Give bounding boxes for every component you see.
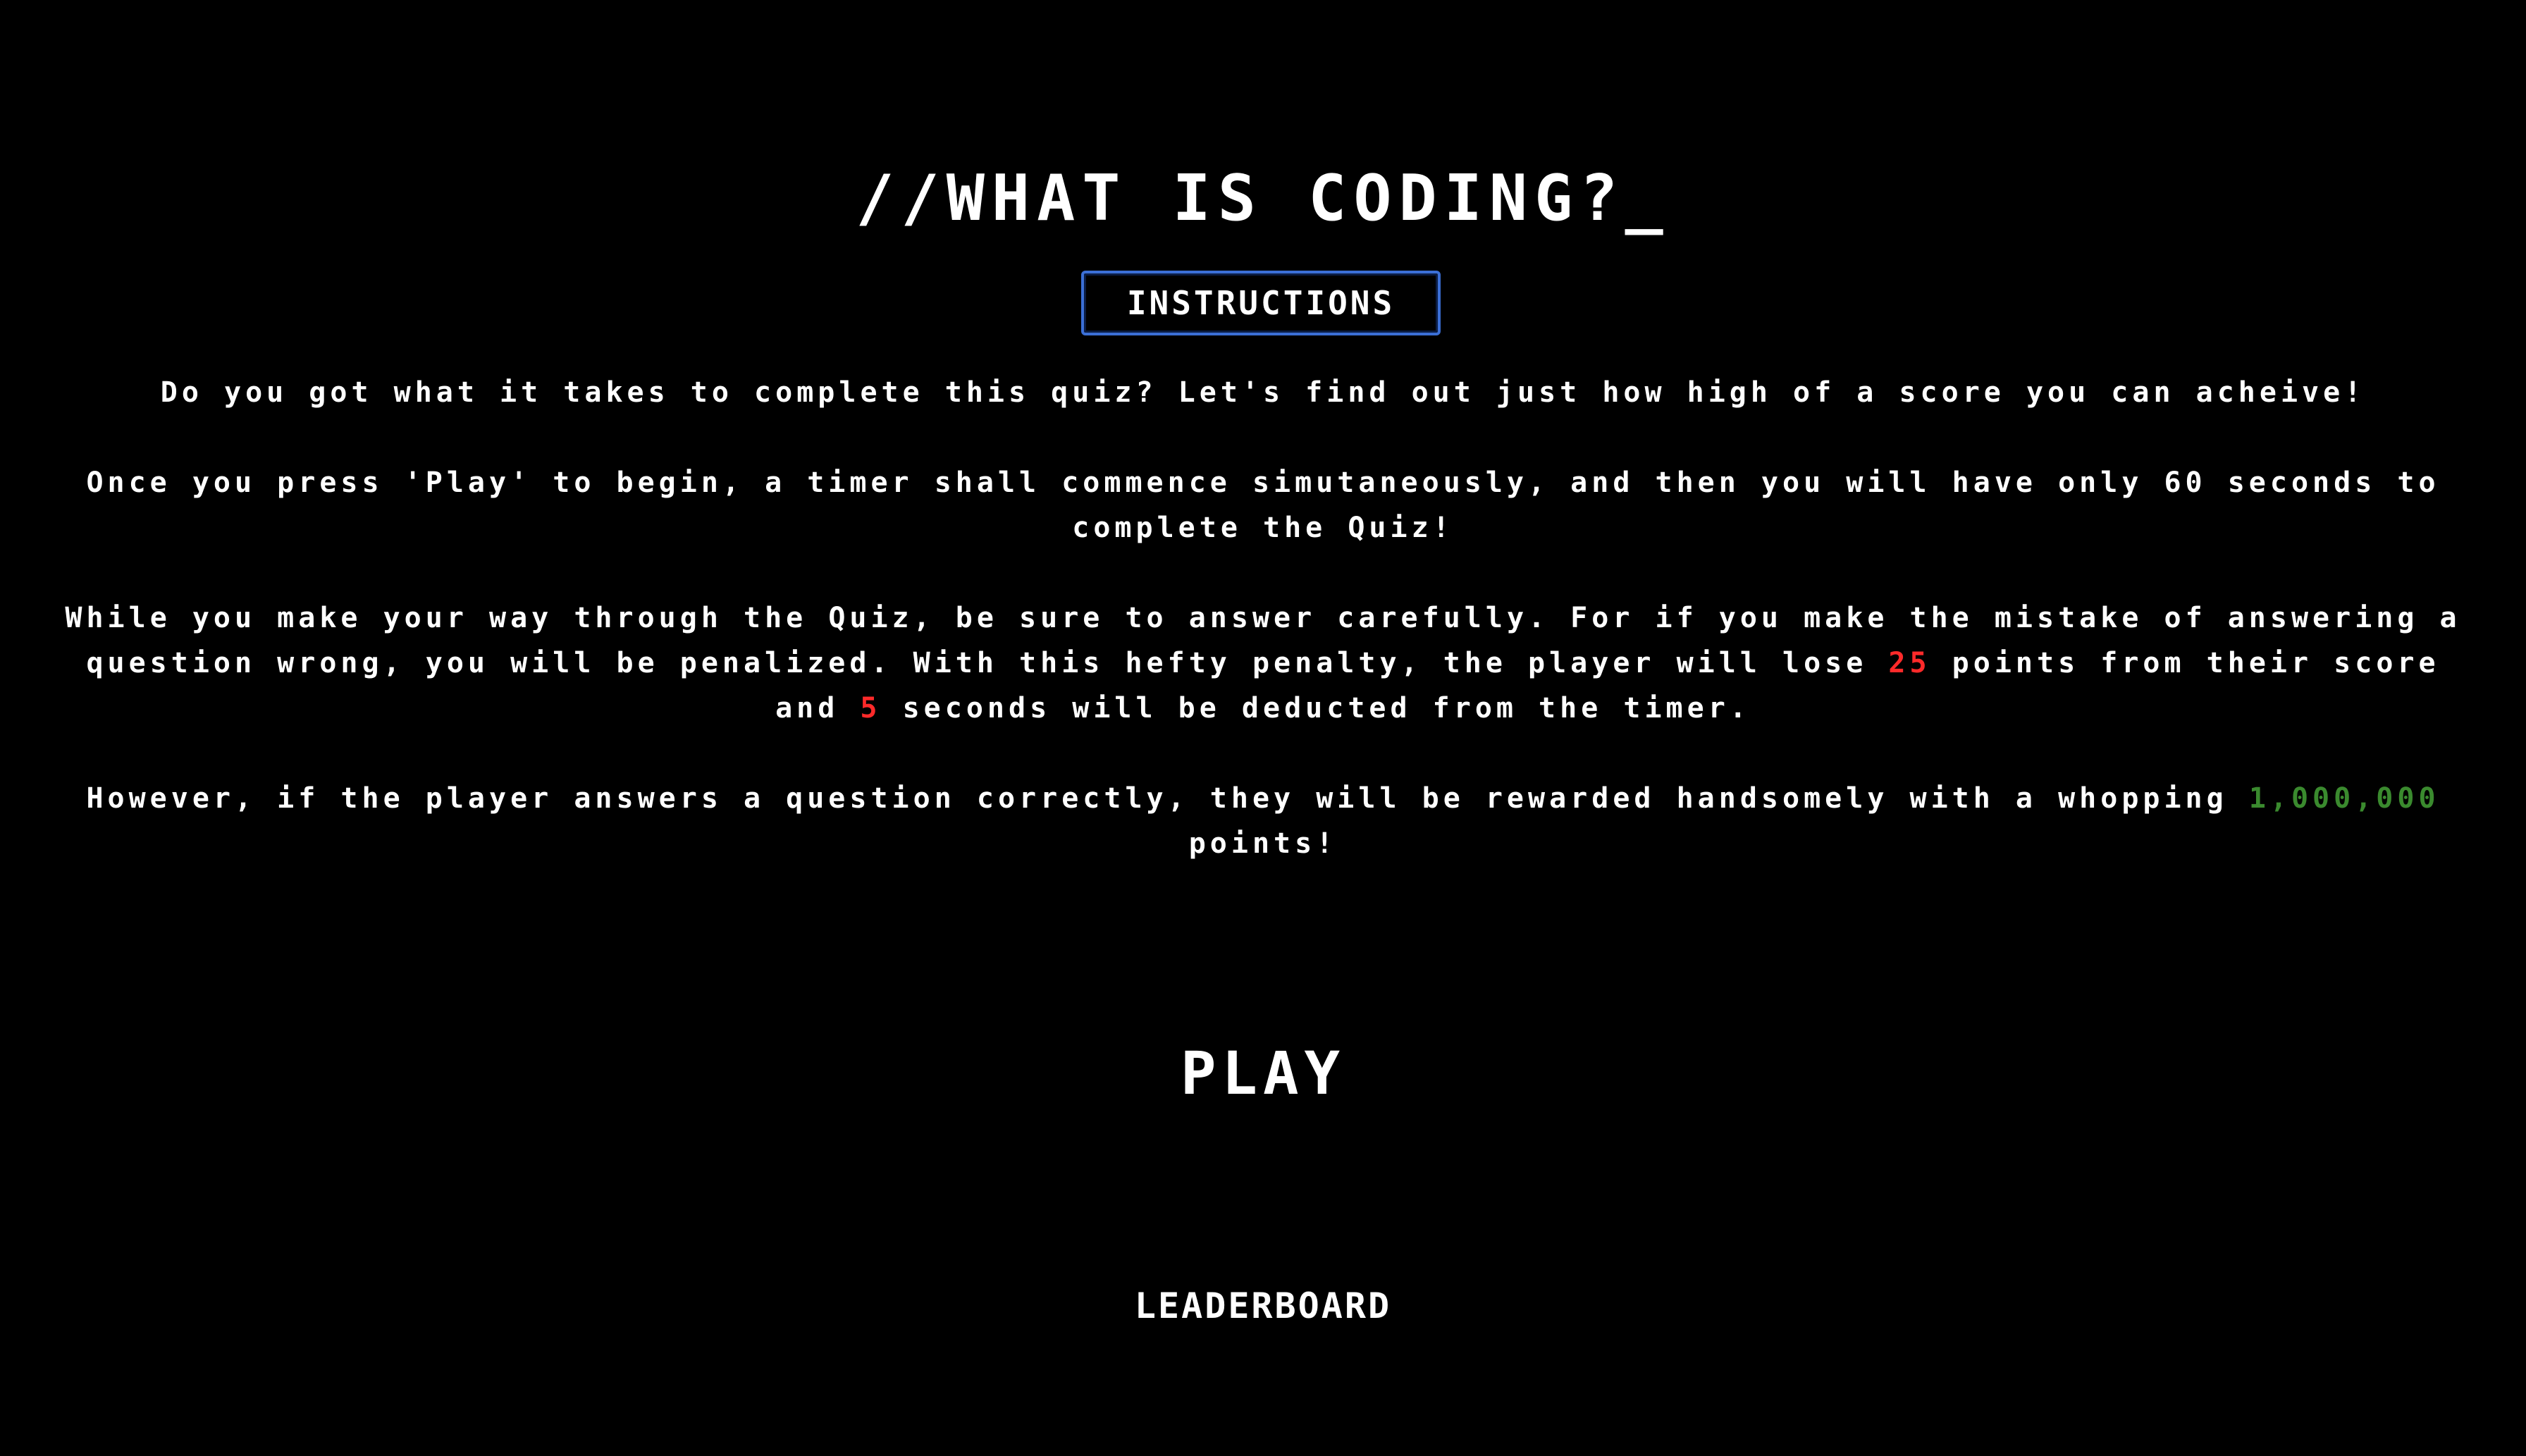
play-button[interactable]: PLAY <box>1099 1035 1427 1112</box>
page-title: //WHAT IS CODING?_ <box>856 161 1670 235</box>
reward-paragraph: However, if the player answers a questio… <box>56 776 2470 866</box>
leaderboard-button[interactable]: LEADERBOARD <box>1057 1281 1469 1331</box>
penalty-text: seconds will be deducted from the timer. <box>881 692 1751 724</box>
penalty-seconds-value: 5 <box>860 692 882 724</box>
reward-text: points! <box>1188 827 1338 860</box>
penalty-paragraph: While you make your way through the Quiz… <box>56 596 2470 731</box>
reward-points-value: 1,000,000 <box>2248 782 2440 815</box>
timer-paragraph: Once you press 'Play' to begin, a timer … <box>86 467 2440 544</box>
reward-text: However, if the player answers a questio… <box>86 782 2249 815</box>
penalty-points-value: 25 <box>1888 647 1931 679</box>
instructions-button[interactable]: INSTRUCTIONS <box>1081 271 1441 335</box>
instructions-panel: Do you got what it takes to complete thi… <box>56 370 2470 911</box>
intro-paragraph: Do you got what it takes to complete thi… <box>160 376 2366 409</box>
